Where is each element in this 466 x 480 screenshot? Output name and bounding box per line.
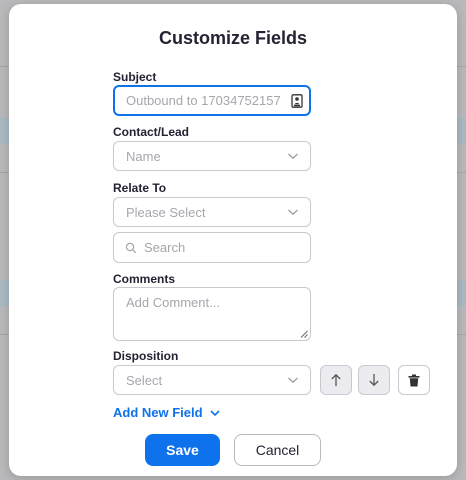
resize-handle-icon[interactable] xyxy=(300,330,308,338)
add-new-field-label: Add New Field xyxy=(113,405,203,420)
disposition-select[interactable]: Select xyxy=(113,365,311,395)
subject-placeholder: Outbound to 17034752157 xyxy=(126,93,281,108)
contact-lead-label: Contact/Lead xyxy=(113,125,190,139)
add-new-field-link[interactable]: Add New Field xyxy=(113,405,221,420)
subject-label: Subject xyxy=(113,70,157,84)
save-button[interactable]: Save xyxy=(145,434,220,466)
chevron-down-icon xyxy=(288,377,298,384)
relate-to-search-input[interactable]: Search xyxy=(113,232,311,263)
contact-lead-placeholder: Name xyxy=(126,149,161,164)
comments-label: Comments xyxy=(113,272,176,286)
arrow-down-icon xyxy=(369,374,379,387)
disposition-placeholder: Select xyxy=(126,373,163,388)
chevron-down-icon xyxy=(288,209,298,216)
relate-to-placeholder: Please Select xyxy=(126,205,206,220)
contact-lead-select[interactable]: Name xyxy=(113,141,311,171)
relate-to-label: Relate To xyxy=(113,181,167,195)
move-up-button[interactable] xyxy=(320,365,352,395)
relate-to-select[interactable]: Please Select xyxy=(113,197,311,227)
trash-icon xyxy=(408,374,420,386)
chevron-down-icon xyxy=(288,153,298,160)
cancel-button[interactable]: Cancel xyxy=(234,434,321,466)
search-icon xyxy=(125,242,137,254)
delete-field-button[interactable] xyxy=(398,365,430,395)
chevron-down-icon xyxy=(209,409,220,416)
comments-textarea[interactable]: Add Comment... xyxy=(113,287,311,341)
subject-input[interactable]: Outbound to 17034752157 xyxy=(113,85,311,116)
contact-card-icon[interactable] xyxy=(291,94,303,108)
customize-fields-dialog: Customize Fields Subject Outbound to 170… xyxy=(9,4,457,476)
dialog-title: Customize Fields xyxy=(158,28,308,48)
comments-placeholder: Add Comment... xyxy=(126,295,220,310)
search-placeholder: Search xyxy=(144,240,186,255)
disposition-label: Disposition xyxy=(113,349,179,363)
move-down-button[interactable] xyxy=(358,365,390,395)
arrow-up-icon xyxy=(331,373,341,386)
